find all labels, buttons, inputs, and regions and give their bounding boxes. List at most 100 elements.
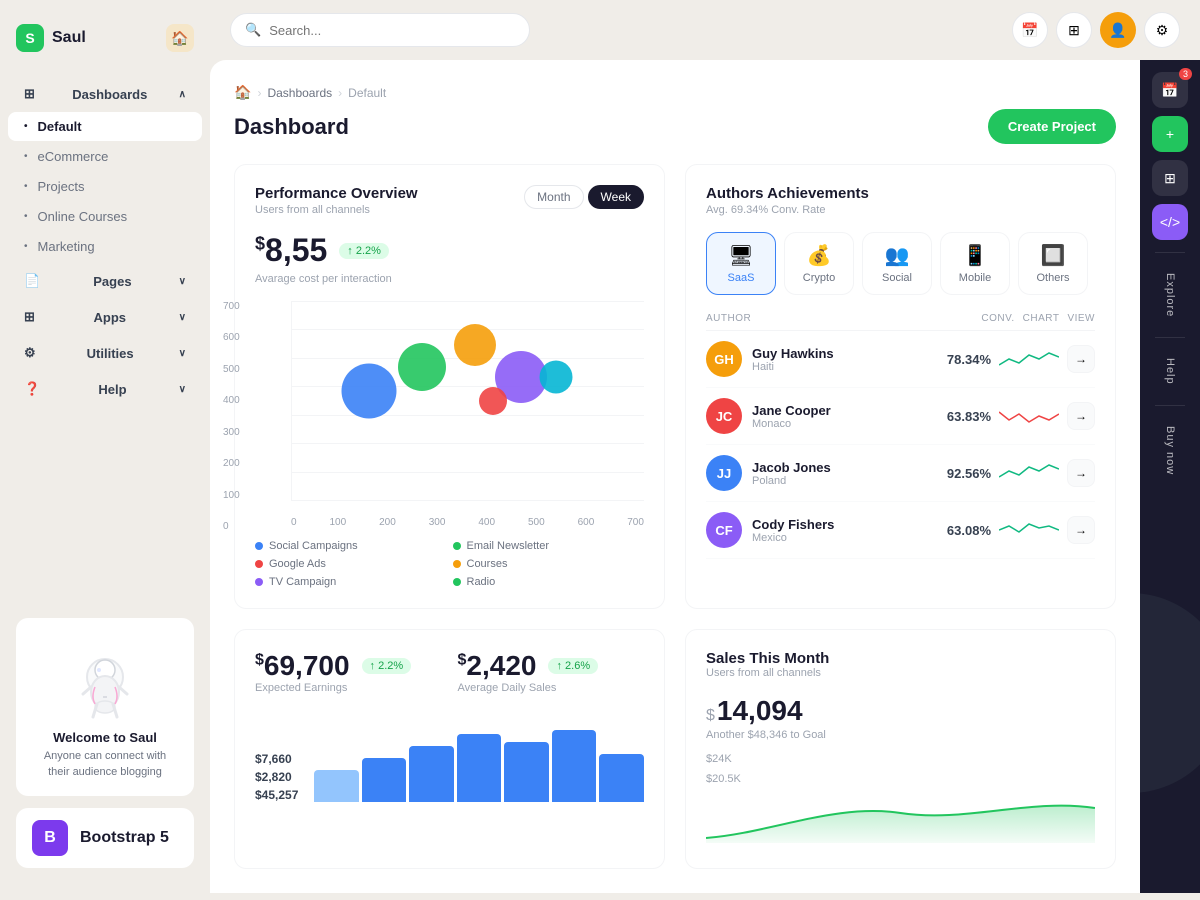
sidebar-item-default[interactable]: Default — [8, 112, 202, 141]
apps-icon: ⊞ — [24, 309, 35, 325]
breadcrumb-dashboards[interactable]: Dashboards — [267, 86, 332, 100]
perf-value-row: $8,55 2.2% — [255, 232, 644, 269]
topbar-right: 📅 ⊞ 👤 ⚙ — [1012, 12, 1180, 48]
sidebar-group-utilities: ⚙ Utilities ∨ — [0, 337, 210, 369]
bar-chart — [314, 722, 644, 802]
legend-google: Google Ads — [255, 558, 447, 570]
mini-chart-4 — [999, 518, 1059, 542]
utilities-icon: ⚙ — [24, 345, 36, 361]
sidebar-item-dashboards[interactable]: ⊞ Dashboards ∧ — [8, 78, 202, 110]
view-btn-3[interactable]: → — [1067, 459, 1095, 487]
bubble-google — [479, 387, 507, 415]
earnings-badge: 2.2% — [362, 658, 412, 674]
table-row: GH Guy Hawkins Haiti 78.34% — [706, 331, 1095, 388]
tab-mobile[interactable]: 📱 Mobile — [940, 232, 1010, 295]
bubble-courses — [454, 324, 496, 366]
rp-item-calendar: 📅 3 — [1152, 72, 1188, 108]
y-label-2: $20.5K — [706, 773, 1095, 785]
sidebar-item-apps[interactable]: ⊞ Apps ∨ — [8, 301, 202, 333]
sidebar-item-online-courses[interactable]: Online Courses — [8, 202, 202, 231]
user-avatar[interactable]: 👤 — [1100, 12, 1136, 48]
perf-badge: 2.2% — [339, 243, 389, 259]
authors-subtitle: Avg. 69.34% Conv. Rate — [706, 204, 1095, 216]
bar-2 — [362, 758, 407, 802]
sidebar-item-ecommerce[interactable]: eCommerce — [8, 142, 202, 171]
bar-1 — [314, 770, 359, 802]
right-panel: 📅 3 + ⊞ </> Explore Help Buy now — [1140, 60, 1200, 893]
bootstrap-icon: B — [32, 820, 68, 856]
y-axis: 700 600 500 400 300 200 100 0 — [223, 301, 240, 532]
welcome-subtitle: Anyone can connect with their audience b… — [32, 749, 178, 780]
search-box[interactable]: 🔍 — [230, 13, 530, 47]
sales-big-value: 14,094 — [717, 695, 803, 727]
breadcrumb-current: Default — [348, 86, 386, 100]
social-icon: 👥 — [885, 243, 910, 268]
grid-line — [292, 443, 644, 444]
rp-code-btn[interactable]: </> — [1152, 204, 1188, 240]
sales-badge: 2.6% — [548, 658, 598, 674]
author-info-4: CF Cody Fishers Mexico — [706, 512, 939, 548]
back-button[interactable]: 🏠 — [166, 24, 194, 52]
bubble-radio — [540, 360, 573, 393]
sidebar-item-utilities[interactable]: ⚙ Utilities ∨ — [8, 337, 202, 369]
sidebar-logo: S Saul 🏠 — [0, 16, 210, 68]
sidebar-item-pages[interactable]: 📄 Pages ∨ — [8, 265, 202, 297]
bar-3 — [409, 746, 454, 802]
rp-divider — [1155, 252, 1185, 253]
bubble-social — [342, 363, 397, 418]
col-author: AUTHOR — [706, 313, 973, 324]
settings-button[interactable]: ⚙ — [1144, 12, 1180, 48]
y-labels: $24K $20.5K — [706, 753, 1095, 785]
perf-value: $8,55 — [255, 232, 327, 269]
tab-week[interactable]: Week — [588, 185, 644, 209]
grid-button[interactable]: ⊞ — [1056, 12, 1092, 48]
sidebar-item-projects[interactable]: Projects — [8, 172, 202, 201]
tab-social[interactable]: 👥 Social — [862, 232, 932, 295]
create-project-button[interactable]: Create Project — [988, 109, 1116, 144]
author-name-4: Cody Fishers — [752, 517, 834, 532]
rp-divider-2 — [1155, 337, 1185, 338]
tab-month[interactable]: Month — [524, 185, 583, 209]
search-input[interactable] — [269, 23, 515, 38]
bar-6 — [552, 730, 597, 802]
rp-label-buy[interactable]: Buy now — [1164, 418, 1176, 483]
legend-dot-tv — [255, 578, 263, 586]
bottom-grid: $69,700 2.2% Expected Earnings $2,420 2.… — [234, 629, 1116, 869]
chevron-down-icon: ∨ — [179, 276, 186, 287]
app-name: Saul — [52, 29, 86, 47]
breadcrumb: 🏠 › Dashboards › Default — [234, 84, 1116, 101]
bubble-chart — [291, 301, 644, 501]
view-btn-4[interactable]: → — [1067, 516, 1095, 544]
view-btn-1[interactable]: → — [1067, 345, 1095, 373]
tab-others[interactable]: 🔲 Others — [1018, 232, 1088, 295]
home-icon[interactable]: 🏠 — [234, 84, 251, 101]
area-chart — [706, 793, 1095, 848]
author-conv-1: 78.34% — [947, 352, 991, 367]
view-btn-2[interactable]: → — [1067, 402, 1095, 430]
rp-add-btn[interactable]: + — [1152, 116, 1188, 152]
main-grid: Performance Overview Users from all chan… — [234, 164, 1116, 609]
authors-tabs: 🖥 SaaS 💰 Crypto 👥 Social — [706, 232, 1095, 295]
col-view: VIEW — [1067, 313, 1095, 324]
earnings-value: $69,700 — [255, 650, 350, 682]
author-name-1: Guy Hawkins — [752, 346, 834, 361]
rp-label-help[interactable]: Help — [1164, 350, 1176, 393]
bootstrap-badge: B Bootstrap 5 — [16, 808, 194, 868]
content-main: 🏠 › Dashboards › Default Dashboard Creat… — [210, 60, 1140, 893]
calendar-button[interactable]: 📅 — [1012, 12, 1048, 48]
sidebar-bottom: Welcome to Saul Anyone can connect with … — [0, 602, 210, 884]
tab-crypto[interactable]: 💰 Crypto — [784, 232, 854, 295]
legend-social: Social Campaigns — [255, 540, 447, 552]
rp-grid-btn[interactable]: ⊞ — [1152, 160, 1188, 196]
legend-tv: TV Campaign — [255, 576, 447, 588]
rp-label-explore[interactable]: Explore — [1164, 265, 1176, 325]
sidebar-item-help[interactable]: ❓ Help ∨ — [8, 373, 202, 405]
perf-tabs: Month Week — [524, 185, 644, 209]
tab-saas[interactable]: 🖥 SaaS — [706, 232, 776, 295]
author-location-2: Monaco — [752, 418, 831, 430]
saas-icon: 🖥 — [728, 243, 753, 268]
legend-email: Email Newsletter — [453, 540, 645, 552]
breadcrumb-sep-1: › — [257, 86, 261, 100]
sidebar-item-marketing[interactable]: Marketing — [8, 232, 202, 261]
earnings-card: $69,700 2.2% Expected Earnings $2,420 2.… — [234, 629, 665, 869]
